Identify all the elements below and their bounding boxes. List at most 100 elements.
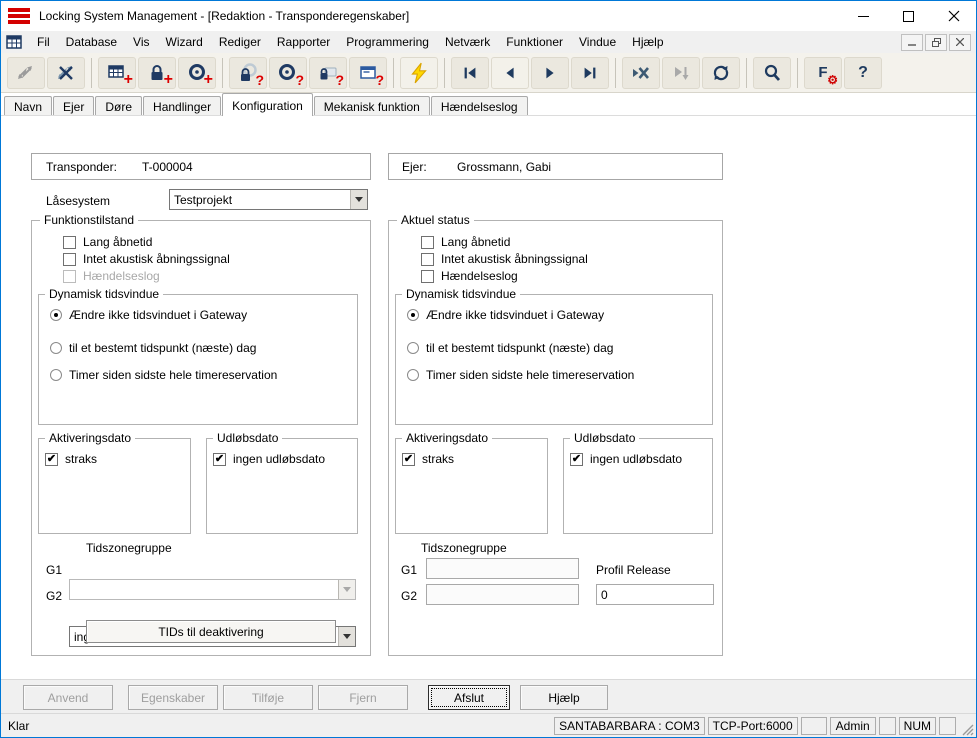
timer-status-radio[interactable]	[407, 369, 419, 381]
tidspunkt-status-radio[interactable]	[407, 342, 419, 354]
program-button[interactable]	[400, 57, 438, 89]
maximize-button[interactable]	[886, 1, 931, 31]
afslut-button[interactable]: Afslut	[428, 685, 510, 710]
tids-til-deaktivering-button[interactable]: TIDs til deaktivering	[86, 620, 336, 643]
tab-mekanisk-funktion[interactable]: Mekanisk funktion	[314, 96, 430, 115]
menu-wizard[interactable]: Wizard	[158, 32, 211, 52]
tab-konfiguration[interactable]: Konfiguration	[222, 93, 313, 116]
straks-status-label[interactable]: straks	[422, 452, 454, 466]
new-locking-system-button[interactable]: +	[98, 57, 136, 89]
help-button[interactable]: ?	[844, 57, 882, 89]
first-record-button[interactable]	[451, 57, 489, 89]
plus-overlay-icon: +	[204, 72, 213, 88]
tab-navn[interactable]: Navn	[4, 96, 52, 115]
mdi-close-icon	[956, 38, 964, 46]
tab-doere[interactable]: Døre	[95, 96, 142, 115]
anvend-button: Anvend	[23, 685, 113, 710]
timer-status-radio-label[interactable]: Timer siden sidste hele timereservation	[426, 368, 634, 382]
straks-label[interactable]: straks	[65, 452, 97, 466]
lang-aabnetid-checkbox[interactable]	[63, 236, 76, 249]
timer-radio[interactable]	[50, 369, 62, 381]
laasesystem-combobox[interactable]: Testprojekt	[169, 189, 368, 210]
lang-aabnetid-status-checkbox[interactable]	[421, 236, 434, 249]
menu-hjaelp[interactable]: Hjælp	[624, 32, 671, 52]
chevron-down-icon[interactable]	[338, 627, 355, 646]
g1-status-field	[426, 558, 579, 579]
menu-fil[interactable]: Fil	[29, 32, 58, 52]
ingen-udloebsdato-checkbox[interactable]: ✔	[213, 453, 226, 466]
disconnect-button[interactable]	[47, 57, 85, 89]
tidspunkt-radio[interactable]	[50, 342, 62, 354]
lang-aabnetid-status-label[interactable]: Lang åbnetid	[441, 235, 510, 249]
previous-record-button[interactable]	[491, 57, 529, 89]
gateway-status-radio[interactable]	[407, 309, 419, 321]
chevron-down-icon[interactable]	[350, 190, 367, 209]
read-window-button[interactable]: ?	[349, 57, 387, 89]
document-system-icon[interactable]	[6, 35, 22, 49]
mdi-restore-button[interactable]	[925, 34, 947, 51]
mdi-minimize-button[interactable]	[901, 34, 923, 51]
menu-vis[interactable]: Vis	[125, 32, 157, 52]
minimize-icon	[858, 11, 869, 22]
menu-vindue[interactable]: Vindue	[571, 32, 624, 52]
menu-netvaerk[interactable]: Netværk	[437, 32, 498, 52]
radio-row-tidspunkt-status: til et bestemt tidspunkt (næste) dag	[407, 341, 613, 355]
skip-record-button[interactable]	[662, 57, 700, 89]
new-lock-button[interactable]: +	[138, 57, 176, 89]
read-lock-data-button[interactable]: ?	[309, 57, 347, 89]
ingen-udloebsdato-status-checkbox[interactable]: ✔	[570, 453, 583, 466]
refresh-button[interactable]	[702, 57, 740, 89]
read-transponder-button[interactable]: ?	[269, 57, 307, 89]
ingen-udloebsdato-label[interactable]: ingen udløbsdato	[233, 452, 325, 466]
tidspunkt-status-radio-label[interactable]: til et bestemt tidspunkt (næste) dag	[426, 341, 613, 355]
resize-grip[interactable]	[960, 722, 974, 736]
tidspunkt-radio-label[interactable]: til et bestemt tidspunkt (næste) dag	[69, 341, 256, 355]
connect-button[interactable]	[7, 57, 45, 89]
minimize-button[interactable]	[841, 1, 886, 31]
next-record-button[interactable]	[531, 57, 569, 89]
tidszonegruppe-label: Tidszonegruppe	[86, 541, 172, 555]
last-record-button[interactable]	[571, 57, 609, 89]
haendelseslog-status-label[interactable]: Hændelseslog	[441, 269, 518, 283]
radio-row-gateway: Ændre ikke tidsvinduet i Gateway	[50, 308, 247, 322]
new-transponder-button[interactable]: +	[178, 57, 216, 89]
akustisk-status-checkbox[interactable]	[421, 253, 434, 266]
refresh-icon	[711, 63, 731, 83]
checkbox-row-ingen-udloebsdato: ✔ ingen udløbsdato	[213, 452, 325, 466]
hjaelp-button[interactable]: Hjælp	[520, 685, 608, 710]
previous-record-icon	[501, 64, 519, 82]
checkbox-row-haendelseslog-status: Hændelseslog	[421, 269, 518, 283]
tab-handlinger[interactable]: Handlinger	[143, 96, 221, 115]
tab-haendelseslog[interactable]: Hændelseslog	[431, 96, 528, 115]
straks-status-checkbox[interactable]: ✔	[402, 453, 415, 466]
read-lock-button[interactable]: ?	[229, 57, 267, 89]
mdi-minimize-icon	[908, 38, 916, 46]
straks-checkbox[interactable]: ✔	[45, 453, 58, 466]
status-bar: Klar SANTABARBARA : COM3 TCP-Port:6000 A…	[1, 713, 976, 737]
gateway-radio-label[interactable]: Ændre ikke tidsvinduet i Gateway	[69, 308, 247, 322]
menu-programmering[interactable]: Programmering	[338, 32, 437, 52]
akustisk-status-label[interactable]: Intet akustisk åbningssignal	[441, 252, 588, 266]
lang-aabnetid-label[interactable]: Lang åbnetid	[83, 235, 152, 249]
timer-radio-label[interactable]: Timer siden sidste hele timereservation	[69, 368, 277, 382]
filter-settings-button[interactable]: F ⚙	[804, 57, 842, 89]
menu-bar: Fil Database Vis Wizard Rediger Rapporte…	[1, 31, 976, 53]
cancel-navigation-button[interactable]	[622, 57, 660, 89]
haendelseslog-status-checkbox[interactable]	[421, 270, 434, 283]
akustisk-label[interactable]: Intet akustisk åbningssignal	[83, 252, 230, 266]
mdi-close-button[interactable]	[949, 34, 971, 51]
dynamisk-tidsvindue-status-title: Dynamisk tidsvindue	[402, 287, 520, 301]
close-button[interactable]	[931, 1, 976, 31]
search-button[interactable]	[753, 57, 791, 89]
menu-funktioner[interactable]: Funktioner	[498, 32, 571, 52]
gateway-radio[interactable]	[50, 309, 62, 321]
question-overlay-icon: ?	[295, 73, 304, 87]
dialog-button-row: Anvend Egenskaber Tilføje Fjern Afslut H…	[1, 679, 976, 713]
akustisk-checkbox[interactable]	[63, 253, 76, 266]
tab-ejer[interactable]: Ejer	[53, 96, 94, 115]
menu-rapporter[interactable]: Rapporter	[269, 32, 338, 52]
gateway-status-radio-label[interactable]: Ændre ikke tidsvinduet i Gateway	[426, 308, 604, 322]
menu-rediger[interactable]: Rediger	[211, 32, 269, 52]
menu-database[interactable]: Database	[58, 32, 125, 52]
ingen-udloebsdato-status-label[interactable]: ingen udløbsdato	[590, 452, 682, 466]
